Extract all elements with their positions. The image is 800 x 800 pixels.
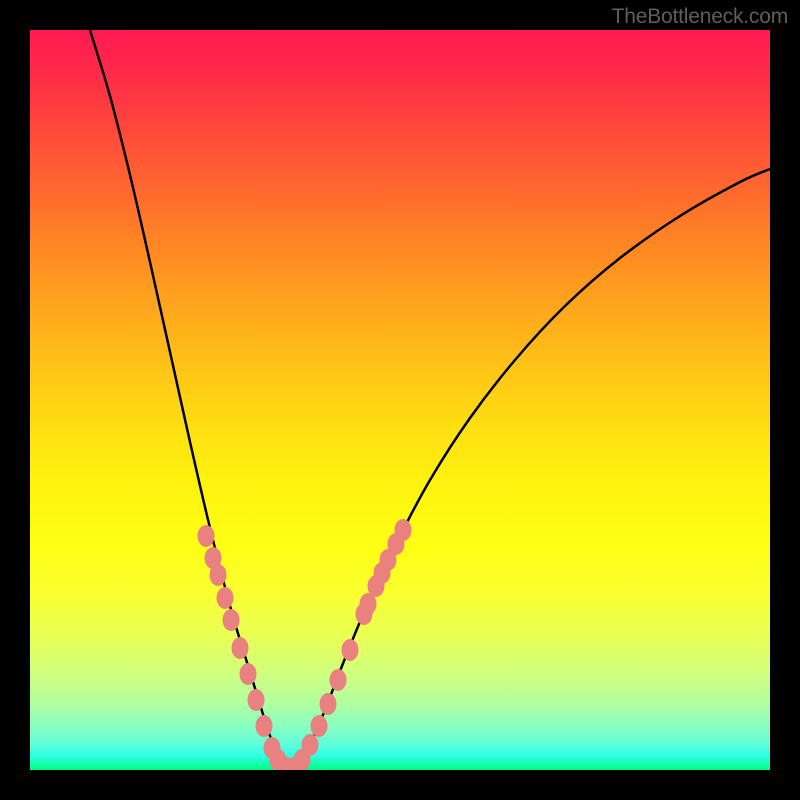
curve-marker [320, 693, 337, 715]
curve-marker [302, 734, 319, 756]
bottleneck-curve [90, 30, 770, 769]
curve-marker [232, 637, 249, 659]
curve-marker [311, 715, 328, 737]
curve-marker [395, 519, 412, 541]
curve-marker [248, 689, 265, 711]
chart-container: TheBottleneck.com [0, 0, 800, 800]
curve-marker [256, 715, 273, 737]
curve-marker [240, 663, 257, 685]
watermark-text: TheBottleneck.com [612, 5, 788, 29]
curve-marker [330, 669, 347, 691]
plot-area [30, 30, 770, 770]
curve-markers [198, 519, 412, 770]
curve-marker [342, 639, 359, 661]
chart-overlay [30, 30, 770, 770]
curve-marker [210, 564, 227, 586]
curve-marker [223, 609, 240, 631]
curve-marker [198, 525, 215, 547]
curve-marker [217, 587, 234, 609]
